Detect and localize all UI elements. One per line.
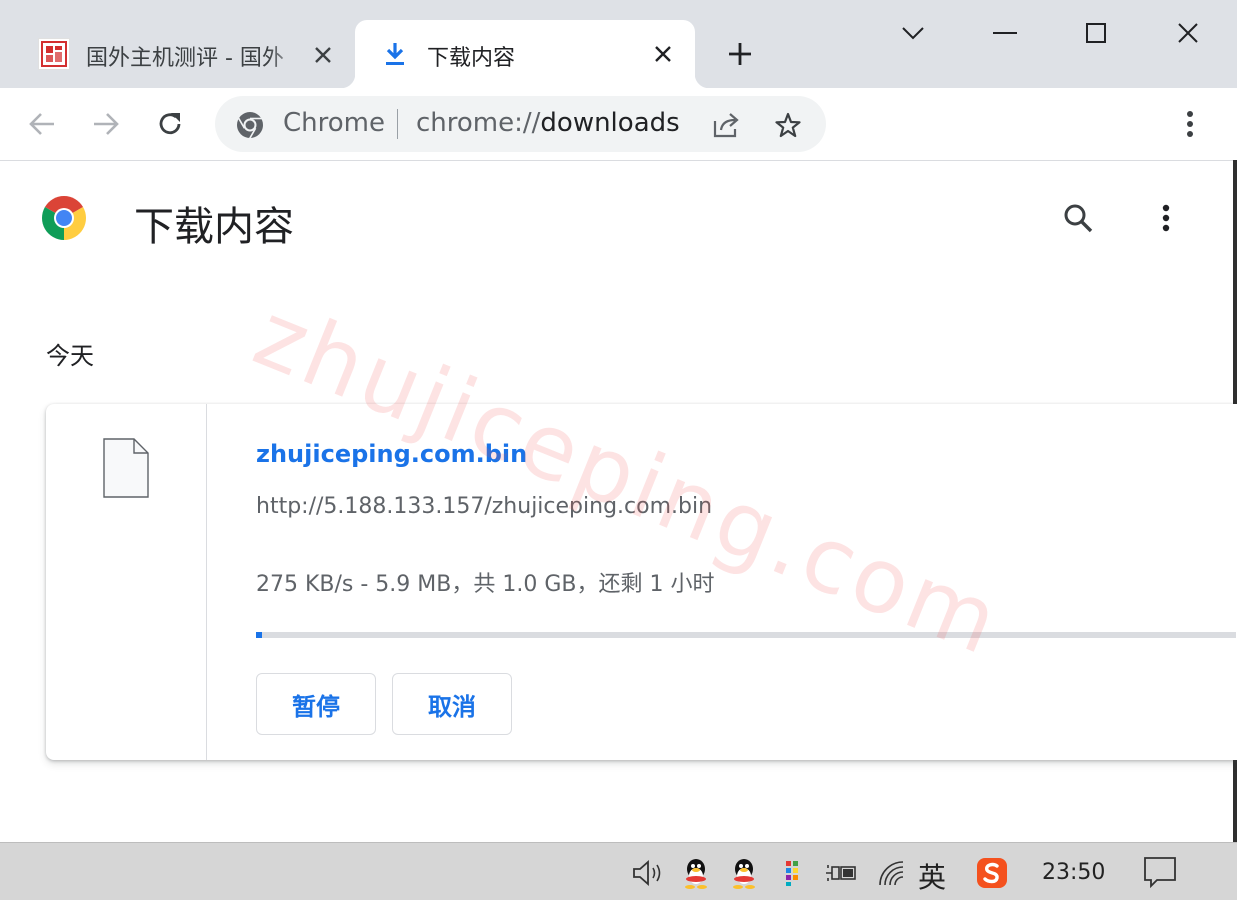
tab-title-fade bbox=[268, 36, 304, 70]
omnibox-url-host: downloads bbox=[540, 108, 680, 138]
tab-active[interactable]: 下载内容 bbox=[341, 20, 709, 88]
download-status-text: 275 KB/s - 5.9 MB，共 1.0 GB，还剩 1 小时 bbox=[256, 572, 715, 597]
download-icon bbox=[381, 40, 409, 68]
wifi-icon[interactable] bbox=[874, 856, 910, 890]
minimize-icon[interactable] bbox=[985, 18, 1025, 48]
omnibox[interactable]: Chrome chrome://downloads bbox=[215, 96, 826, 152]
card-divider bbox=[206, 404, 207, 760]
download-progress-track bbox=[256, 632, 1236, 638]
page-title: 下载内容 bbox=[134, 204, 294, 250]
qq-penguin-icon[interactable] bbox=[728, 855, 760, 891]
pause-button[interactable]: 暂停 bbox=[256, 673, 376, 735]
forward-arrow-icon[interactable] bbox=[88, 106, 124, 142]
new-tab-icon[interactable] bbox=[722, 38, 758, 70]
chrome-logo-icon bbox=[233, 108, 267, 142]
omnibox-scheme-label: Chrome bbox=[283, 108, 385, 138]
cancel-button[interactable]: 取消 bbox=[392, 673, 512, 735]
omnibox-separator bbox=[397, 109, 398, 139]
browser-menu-icon[interactable] bbox=[1174, 106, 1206, 142]
page-menu-icon[interactable] bbox=[1150, 200, 1182, 236]
ime-language-indicator[interactable]: 英 bbox=[918, 856, 946, 896]
chrome-color-logo-icon bbox=[40, 194, 88, 242]
sogou-ime-icon[interactable] bbox=[974, 856, 1010, 890]
chevron-down-icon[interactable] bbox=[896, 18, 930, 48]
omnibox-url-prefix: chrome:// bbox=[416, 108, 541, 138]
section-date-header: 今天 bbox=[46, 342, 94, 370]
color-app-icon[interactable] bbox=[780, 856, 804, 890]
share-icon[interactable] bbox=[709, 108, 743, 142]
action-center-icon[interactable] bbox=[1140, 854, 1180, 890]
tab-inactive[interactable]: 国外主机测评 - 国外 bbox=[28, 20, 350, 88]
tab-title: 下载内容 bbox=[427, 46, 516, 71]
reload-icon[interactable] bbox=[152, 106, 188, 142]
bookmark-star-icon[interactable] bbox=[771, 108, 805, 142]
search-icon[interactable] bbox=[1058, 198, 1098, 238]
file-icon bbox=[100, 436, 152, 500]
omnibox-url[interactable]: chrome://downloads bbox=[416, 108, 680, 138]
taskbar-clock[interactable]: 23:50 bbox=[1042, 860, 1105, 885]
close-tab-icon[interactable] bbox=[308, 40, 338, 70]
qq-penguin-icon[interactable] bbox=[680, 855, 712, 891]
close-tab-icon[interactable] bbox=[648, 39, 678, 69]
volume-icon[interactable] bbox=[628, 856, 668, 890]
close-window-icon[interactable] bbox=[1168, 16, 1208, 50]
site-favicon-icon bbox=[38, 38, 70, 70]
back-arrow-icon[interactable] bbox=[24, 106, 60, 142]
maximize-icon[interactable] bbox=[1076, 16, 1116, 50]
power-plug-battery-icon[interactable] bbox=[822, 856, 860, 890]
download-progress-fill bbox=[256, 632, 262, 638]
